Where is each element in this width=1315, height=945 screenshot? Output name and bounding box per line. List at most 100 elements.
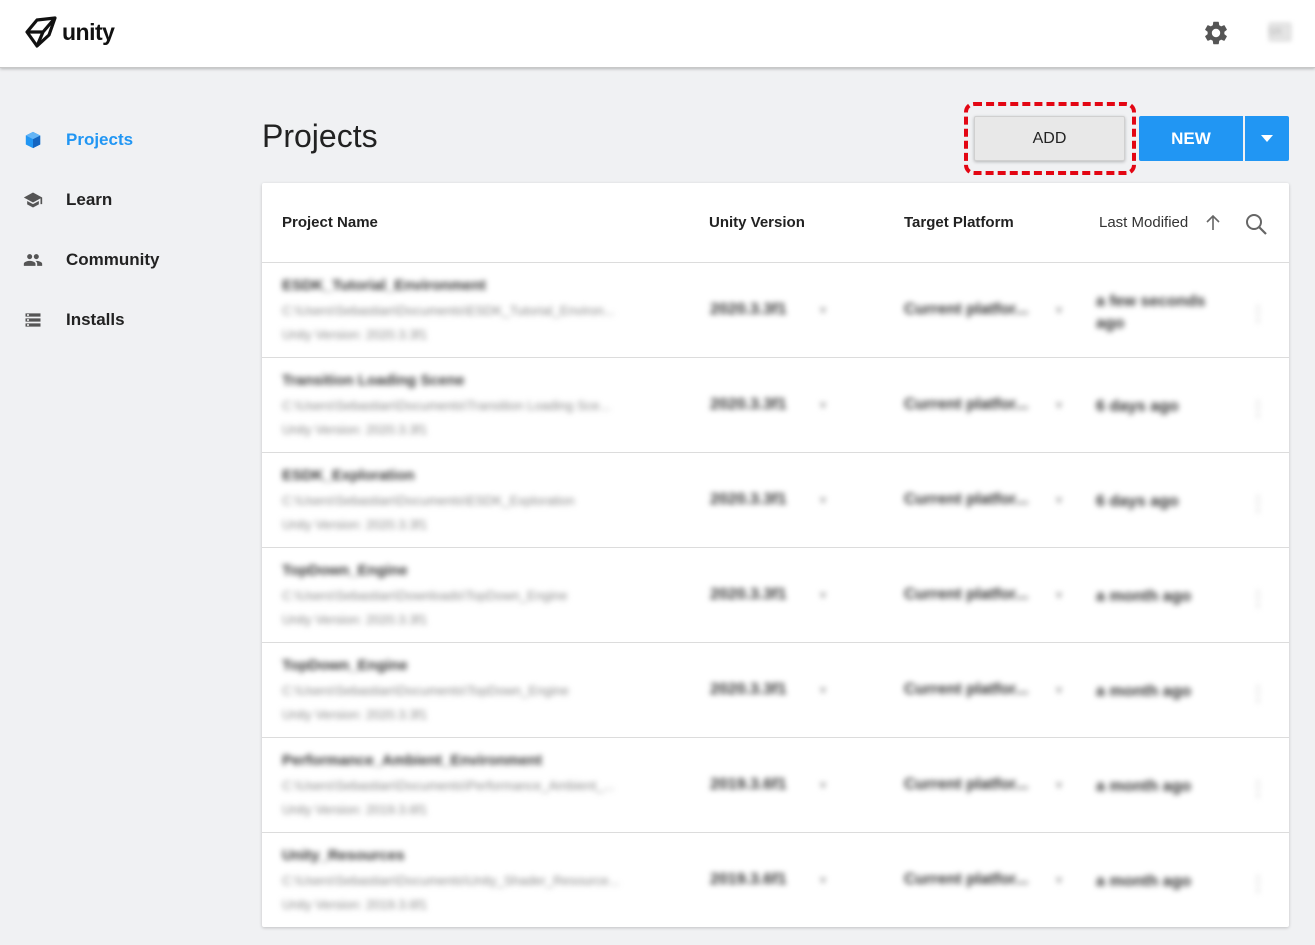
platform-select[interactable]: Current platfor... xyxy=(904,871,1028,889)
unity-version-select[interactable]: 2020.3.3f1 xyxy=(710,396,787,414)
more-options-icon[interactable]: ⋮ xyxy=(1248,776,1268,801)
table-row[interactable]: Performance_Ambient_Environment C:\Users… xyxy=(262,738,1289,833)
platform-select[interactable]: Current platfor... xyxy=(904,586,1028,604)
platform-select[interactable]: Current platfor... xyxy=(904,776,1028,794)
more-options-icon[interactable]: ⋮ xyxy=(1248,871,1268,896)
chevron-down-icon: ▾ xyxy=(1056,493,1063,507)
project-version-note: Unity Version: 2020.3.3f1 xyxy=(282,327,428,342)
sidebar-item-label: Projects xyxy=(66,130,134,149)
chevron-down-icon: ▾ xyxy=(1056,683,1063,697)
unity-version-select[interactable]: 2020.3.3f1 xyxy=(710,586,787,604)
more-options-icon[interactable]: ⋮ xyxy=(1248,491,1268,516)
sidebar-item-label: Installs xyxy=(66,310,125,329)
project-path: C:\Users\Sebastian\Documents\ESDK_Tutori… xyxy=(282,303,615,318)
projects-table: Project Name Unity Version Target Platfo… xyxy=(262,183,1289,927)
last-modified: 6 days ago xyxy=(1096,398,1179,415)
chevron-down-icon: ▾ xyxy=(1056,778,1063,792)
sidebar-item-label: Community xyxy=(66,250,160,269)
project-version-note: Unity Version: 2020.3.3f1 xyxy=(282,612,428,627)
project-path: C:\Users\Sebastian\Documents\Performance… xyxy=(282,778,615,793)
unity-version-select[interactable]: 2019.3.6f1 xyxy=(710,776,787,794)
chevron-down-icon: ▾ xyxy=(1056,398,1063,412)
unity-cube-logo-icon xyxy=(25,16,57,48)
chevron-down-icon: ▾ xyxy=(1056,588,1063,602)
graduation-cap-icon xyxy=(22,189,44,211)
table-row[interactable]: TopDown_Engine C:\Users\Sebastian\Docume… xyxy=(262,643,1289,738)
project-name: Unity_Resources xyxy=(282,847,405,864)
unity-version-select[interactable]: 2020.3.3f1 xyxy=(710,681,787,699)
table-row[interactable]: ESDK_Exploration C:\Users\Sebastian\Docu… xyxy=(262,453,1289,548)
project-path: C:\Users\Sebastian\Downloads\TopDown_Eng… xyxy=(282,588,568,603)
project-path: C:\Users\Sebastian\Documents\Unity_Shade… xyxy=(282,873,620,888)
table-header: Project Name Unity Version Target Platfo… xyxy=(262,183,1289,263)
project-version-note: Unity Version: 2020.3.3f1 xyxy=(282,707,428,722)
sidebar-item-learn[interactable]: Learn xyxy=(0,170,240,230)
header-project-name[interactable]: Project Name xyxy=(282,214,378,231)
table-row[interactable]: TopDown_Engine C:\Users\Sebastian\Downlo… xyxy=(262,548,1289,643)
unity-version-select[interactable]: 2020.3.3f1 xyxy=(710,491,787,509)
more-options-icon[interactable]: ⋮ xyxy=(1248,681,1268,706)
last-modified: a month ago xyxy=(1096,873,1192,890)
table-row[interactable]: Transition Loading Scene C:\Users\Sebast… xyxy=(262,358,1289,453)
project-path: C:\Users\Sebastian\Documents\TopDown_Eng… xyxy=(282,683,569,698)
sort-arrow-up-icon[interactable] xyxy=(1206,214,1220,231)
cube-icon xyxy=(22,129,44,151)
top-bar: unity SR xyxy=(0,0,1315,68)
platform-select[interactable]: Current platfor... xyxy=(904,491,1028,509)
project-name: ESDK_Exploration xyxy=(282,467,415,484)
more-options-icon[interactable]: ⋮ xyxy=(1248,301,1268,326)
people-icon xyxy=(22,249,44,271)
chevron-down-icon: ▾ xyxy=(820,303,827,317)
last-modified: 6 days ago xyxy=(1096,493,1179,510)
chevron-down-icon: ▾ xyxy=(820,588,827,602)
unity-version-select[interactable]: 2020.3.3f1 xyxy=(710,301,787,319)
page-title: Projects xyxy=(262,118,378,154)
project-name: ESDK_Tutorial_Environment xyxy=(282,277,486,294)
caret-down-icon xyxy=(1261,134,1273,142)
sidebar-item-community[interactable]: Community xyxy=(0,230,240,290)
new-button[interactable]: NEW xyxy=(1139,116,1243,161)
gear-icon[interactable] xyxy=(1202,19,1230,47)
sidebar-item-label: Learn xyxy=(66,190,113,209)
project-name: TopDown_Engine xyxy=(282,657,408,674)
last-modified: a month ago xyxy=(1096,588,1192,605)
sidebar: Projects Learn Community Installs xyxy=(0,110,240,350)
header-target-platform[interactable]: Target Platform xyxy=(904,214,1014,231)
platform-select[interactable]: Current platfor... xyxy=(904,396,1028,414)
sidebar-item-projects[interactable]: Projects xyxy=(0,110,240,170)
table-row[interactable]: ESDK_Tutorial_Environment C:\Users\Sebas… xyxy=(262,263,1289,358)
header-last-modified[interactable]: Last Modified xyxy=(1099,214,1188,231)
last-modified: a month ago xyxy=(1096,778,1192,795)
project-name: Transition Loading Scene xyxy=(282,372,465,389)
header-unity-version[interactable]: Unity Version xyxy=(709,214,805,231)
chevron-down-icon: ▾ xyxy=(820,398,827,412)
avatar[interactable]: SR xyxy=(1268,22,1292,42)
highlight-annotation xyxy=(964,102,1136,175)
platform-select[interactable]: Current platfor... xyxy=(904,681,1028,699)
more-options-icon[interactable]: ⋮ xyxy=(1248,586,1268,611)
last-modified: a few seconds ago xyxy=(1096,293,1206,332)
more-options-icon[interactable]: ⋮ xyxy=(1248,396,1268,421)
project-version-note: Unity Version: 2020.3.3f1 xyxy=(282,517,428,532)
sidebar-item-installs[interactable]: Installs xyxy=(0,290,240,350)
chevron-down-icon: ▾ xyxy=(820,493,827,507)
project-path: C:\Users\Sebastian\Documents\Transition … xyxy=(282,398,611,413)
chevron-down-icon: ▾ xyxy=(820,873,827,887)
project-version-note: Unity Version: 2019.3.6f1 xyxy=(282,802,428,817)
logo-text: unity xyxy=(62,18,115,45)
new-dropdown-button[interactable] xyxy=(1245,116,1289,161)
list-icon xyxy=(22,309,44,331)
project-version-note: Unity Version: 2020.3.3f1 xyxy=(282,422,428,437)
table-row[interactable]: Unity_Resources C:\Users\Sebastian\Docum… xyxy=(262,833,1289,927)
unity-version-select[interactable]: 2019.3.6f1 xyxy=(710,871,787,889)
project-name: Performance_Ambient_Environment xyxy=(282,752,543,769)
project-version-note: Unity Version: 2019.3.6f1 xyxy=(282,897,428,912)
search-icon[interactable] xyxy=(1245,213,1267,235)
chevron-down-icon: ▾ xyxy=(820,778,827,792)
chevron-down-icon: ▾ xyxy=(1056,873,1063,887)
platform-select[interactable]: Current platfor... xyxy=(904,301,1028,319)
project-path: C:\Users\Sebastian\Documents\ESDK_Explor… xyxy=(282,493,575,508)
project-name: TopDown_Engine xyxy=(282,562,408,579)
chevron-down-icon: ▾ xyxy=(1056,303,1063,317)
unity-logo[interactable]: unity xyxy=(24,16,115,48)
